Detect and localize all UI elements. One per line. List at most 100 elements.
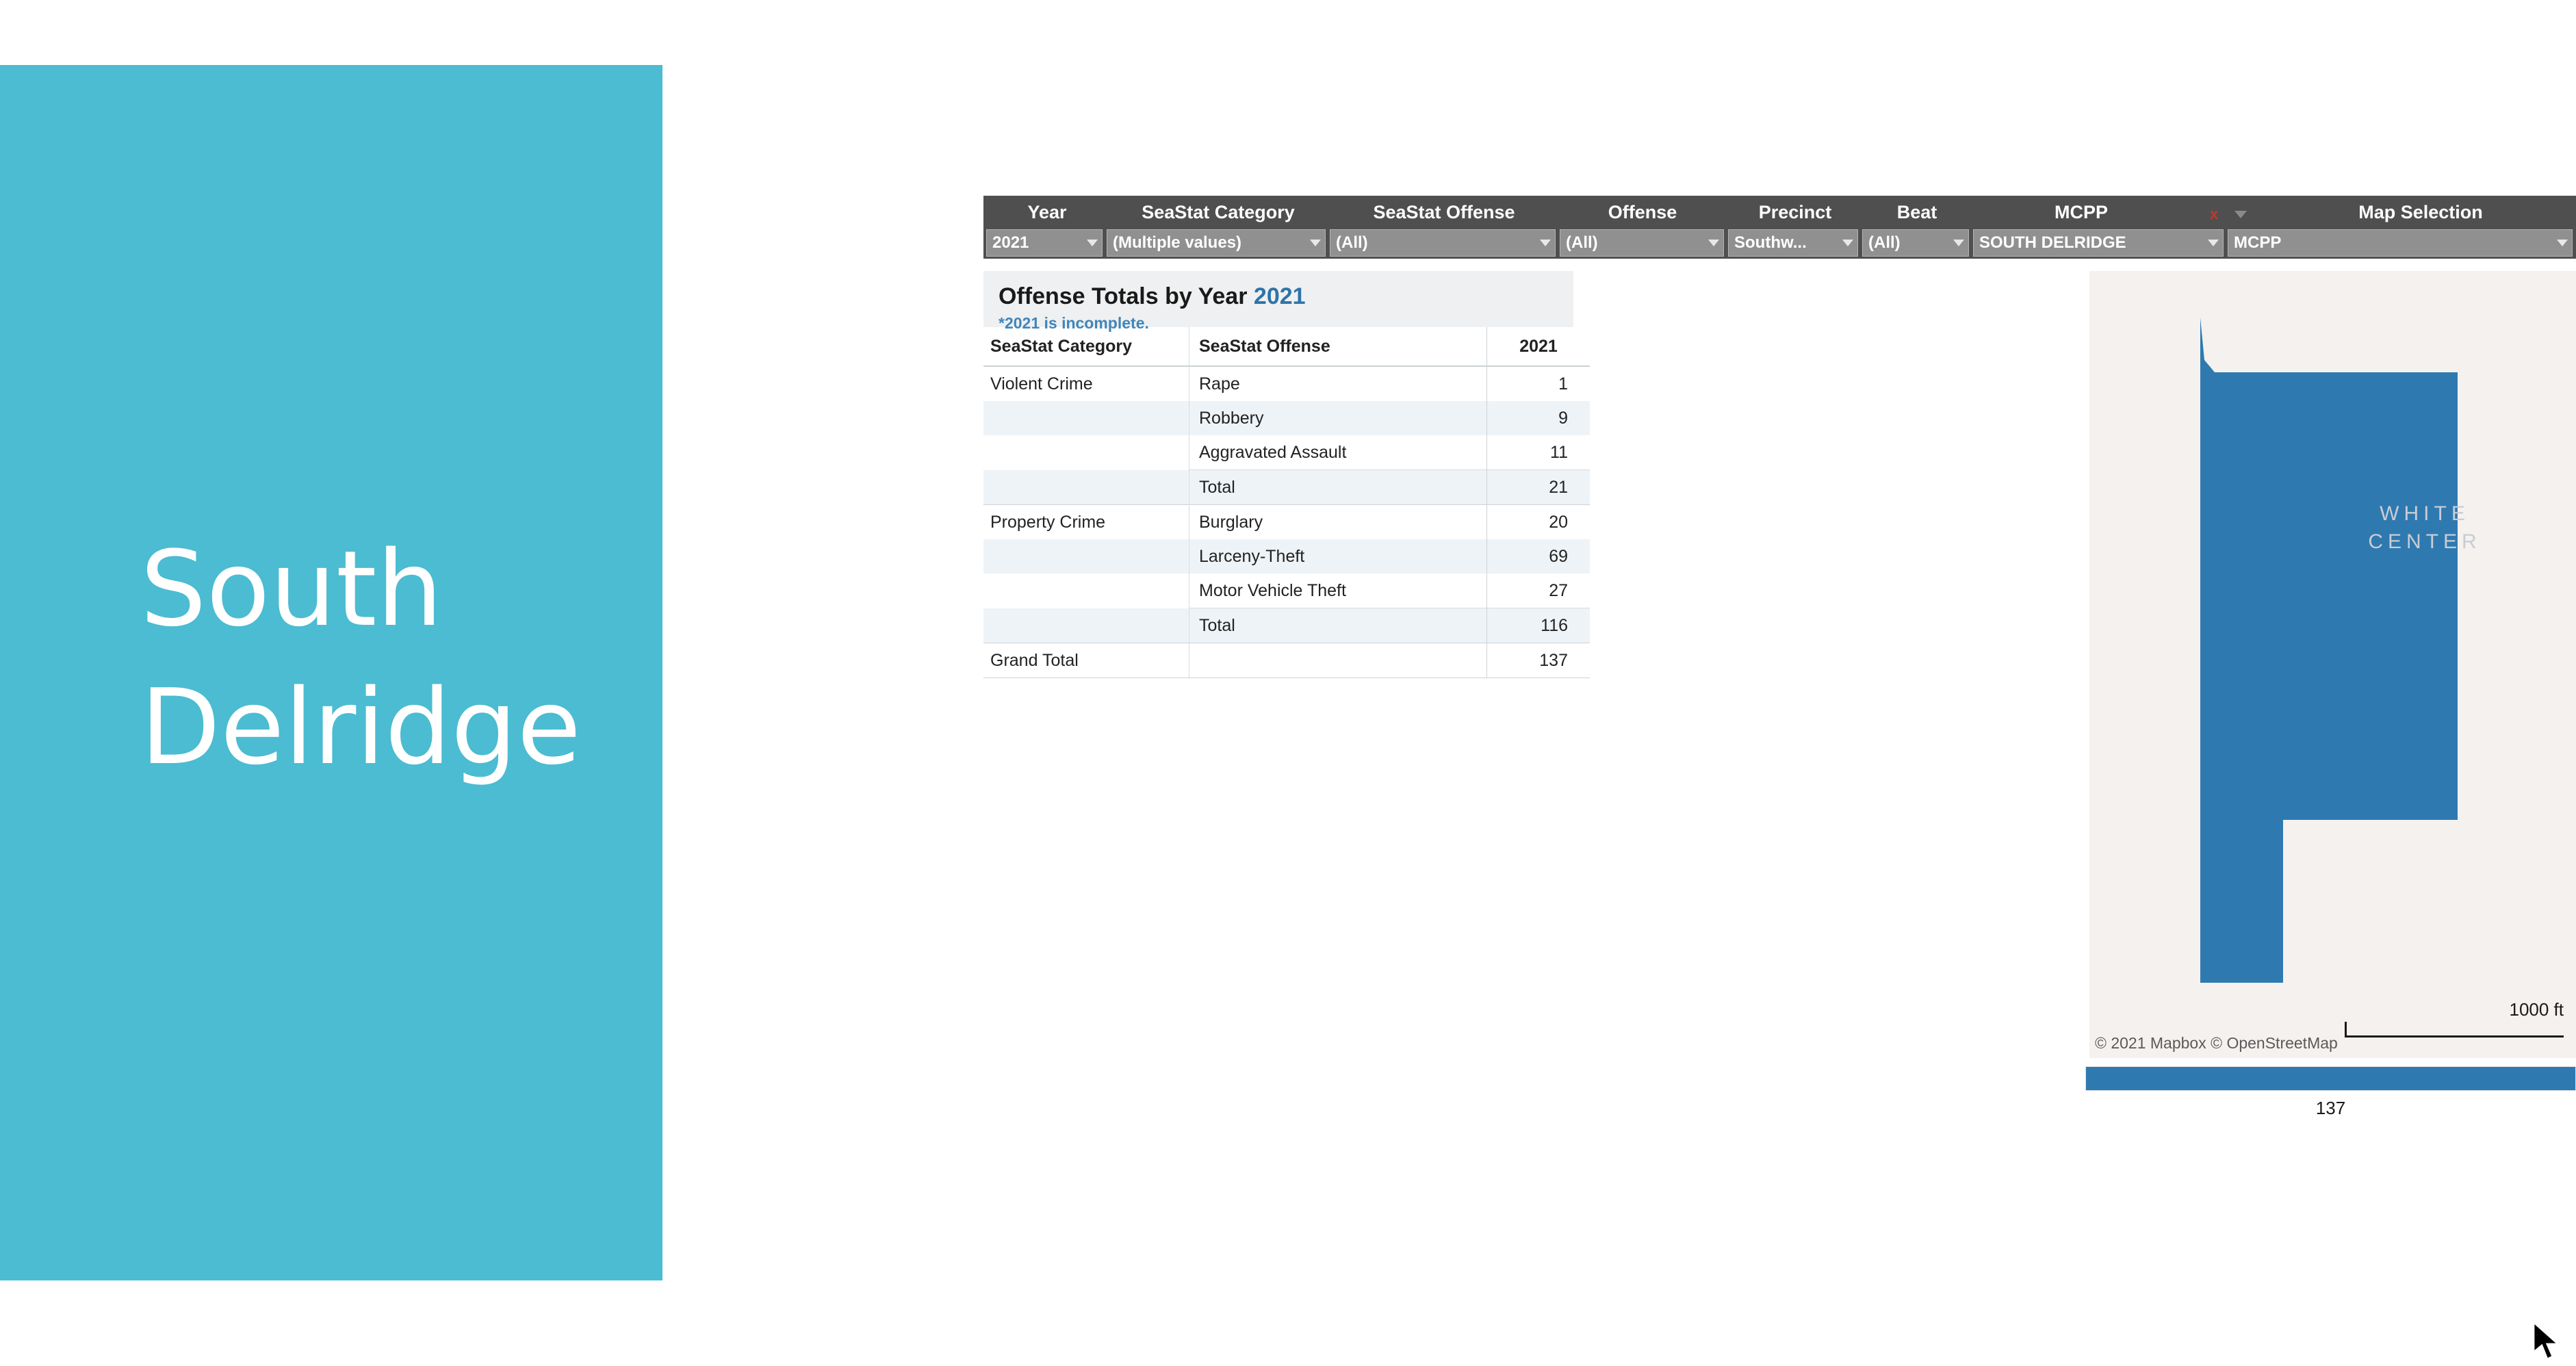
chevron-down-icon xyxy=(1087,240,1098,246)
bar-track xyxy=(2085,1066,2576,1091)
dashboard: Year SeaStat Category SeaStat Offense Of… xyxy=(983,196,2576,1140)
title-line-1: South xyxy=(140,528,443,649)
table-row[interactable]: Aggravated Assault 11 xyxy=(983,435,1590,470)
chevron-down-icon xyxy=(2557,240,2568,246)
filter-bar: Year SeaStat Category SeaStat Offense Of… xyxy=(983,196,2576,259)
filter-select-seastat-category[interactable]: (Multiple values) xyxy=(1107,229,1326,257)
filter-select-year[interactable]: 2021 xyxy=(986,229,1103,257)
cell-category xyxy=(983,435,1189,470)
filter-select-map-selection[interactable]: MCPP xyxy=(2228,229,2573,257)
cell-offense: Robbery xyxy=(1189,401,1487,435)
total-offenses-bar-chart: 137 xyxy=(2085,1066,2576,1119)
filter-select-seastat-offense[interactable]: (All) xyxy=(1330,229,1556,257)
map-attribution: © 2021 Mapbox © OpenStreetMap xyxy=(2095,1034,2338,1053)
filter-label-precinct: Precinct xyxy=(1758,202,1832,222)
cell-offense: Larceny-Theft xyxy=(1189,539,1487,574)
table-row[interactable]: Property Crime Burglary 20 xyxy=(983,504,1590,539)
cell-offense: Rape xyxy=(1189,366,1487,401)
chevron-down-icon xyxy=(2208,240,2219,246)
crosstab-title: Offense Totals by Year 2021 xyxy=(999,283,1558,310)
cell-value: 27 xyxy=(1486,574,1590,608)
south-delridge-polygon[interactable] xyxy=(2200,318,2458,983)
bar-fill-south-delridge[interactable] xyxy=(2086,1067,2575,1090)
filter-value-seastat-offense: (All) xyxy=(1336,233,1368,252)
filter-value-map-selection: MCPP xyxy=(2234,233,2282,252)
filter-value-precinct: Southw... xyxy=(1734,233,1807,252)
cell-value: 69 xyxy=(1486,539,1590,574)
column-header-offense[interactable]: SeaStat Offense xyxy=(1189,327,1487,367)
mcpp-filter-menu-icon[interactable] xyxy=(2234,211,2247,218)
filter-select-offense[interactable]: (All) xyxy=(1560,229,1724,257)
cell-offense: Burglary xyxy=(1189,504,1487,539)
filter-value-offense: (All) xyxy=(1566,233,1598,252)
grand-total-label: Grand Total xyxy=(983,643,1189,678)
mcpp-polygon-map[interactable] xyxy=(2089,271,2576,1058)
cell-value: 9 xyxy=(1486,401,1590,435)
cell-category xyxy=(983,469,1189,505)
cell-category: Property Crime xyxy=(983,504,1189,539)
table-row[interactable]: Motor Vehicle Theft 27 xyxy=(983,574,1590,608)
offense-totals-crosstab: Offense Totals by Year 2021 *2021 is inc… xyxy=(983,271,1590,678)
grand-total-offense xyxy=(1189,643,1487,678)
chevron-down-icon xyxy=(1540,240,1551,246)
bar-value-label: 137 xyxy=(2315,1098,2346,1118)
clear-mcpp-filter-icon[interactable]: x xyxy=(2210,205,2218,223)
filter-label-offense: Offense xyxy=(1608,202,1677,222)
crosstab-title-text: Offense Totals by Year xyxy=(999,283,1248,309)
cell-value: 21 xyxy=(1486,469,1590,505)
filter-label-mcpp: MCPP xyxy=(2054,202,2108,222)
map-panel[interactable]: WHITE CENTER © 2021 Mapbox © OpenStreetM… xyxy=(2085,271,2576,1058)
filter-value-year: 2021 xyxy=(992,233,1029,252)
cell-offense: Total xyxy=(1189,608,1487,643)
crosstab-body: Violent Crime Rape 1 Robbery 9 Aggravated Ass… xyxy=(983,366,1590,678)
title-panel: South Delridge xyxy=(0,65,662,1280)
filter-value-mcpp: SOUTH DELRIDGE xyxy=(1979,233,2126,252)
cell-offense: Motor Vehicle Theft xyxy=(1189,574,1487,608)
table-header-row: SeaStat Category SeaStat Offense 2021 xyxy=(983,327,1590,367)
table-row[interactable]: Robbery 9 xyxy=(983,401,1590,435)
column-header-category[interactable]: SeaStat Category xyxy=(983,327,1189,367)
filter-label-seastat-offense: SeaStat Offense xyxy=(1373,202,1515,222)
cell-category xyxy=(983,401,1189,435)
map-scale-bar xyxy=(2345,1022,2564,1038)
table-row[interactable]: Larceny-Theft 69 xyxy=(983,539,1590,574)
table-row[interactable]: Violent Crime Rape 1 xyxy=(983,366,1590,401)
filter-value-beat: (All) xyxy=(1868,233,1901,252)
cell-offense: Total xyxy=(1189,469,1487,505)
filter-labels-row: Year SeaStat Category SeaStat Offense Of… xyxy=(983,196,2576,229)
filter-value-seastat-category: (Multiple values) xyxy=(1113,233,1242,252)
filter-select-precinct[interactable]: Southw... xyxy=(1728,229,1858,257)
map-area-label: WHITE CENTER xyxy=(2368,502,2482,553)
chevron-down-icon xyxy=(1708,240,1719,246)
table-row[interactable]: Total 116 xyxy=(983,608,1590,643)
cell-category xyxy=(983,574,1189,608)
crosstab-title-year: 2021 xyxy=(1253,283,1306,309)
cell-value: 1 xyxy=(1486,366,1590,401)
grand-total-row[interactable]: Grand Total 137 xyxy=(983,643,1590,678)
filter-label-year: Year xyxy=(1027,202,1067,222)
crosstab-table: SeaStat Category SeaStat Offense 2021 Vi… xyxy=(983,327,1590,678)
chevron-down-icon xyxy=(1953,240,1964,246)
cell-category xyxy=(983,539,1189,574)
column-header-year[interactable]: 2021 xyxy=(1486,327,1590,367)
map-scale: 1000 ft xyxy=(2345,999,2564,1038)
filter-values-row: 2021 (Multiple values) (All) (All) South… xyxy=(983,229,2576,259)
chevron-down-icon xyxy=(1310,240,1321,246)
filter-label-map-selection: Map Selection xyxy=(2358,202,2483,222)
cell-category xyxy=(983,608,1189,643)
map-scale-label: 1000 ft xyxy=(2509,999,2564,1020)
cell-offense: Aggravated Assault xyxy=(1189,435,1487,470)
cell-value: 20 xyxy=(1486,504,1590,539)
filter-select-mcpp[interactable]: SOUTH DELRIDGE xyxy=(1973,229,2224,257)
table-row[interactable]: Total 21 xyxy=(983,469,1590,505)
grand-total-value: 137 xyxy=(1486,643,1590,678)
filter-select-beat[interactable]: (All) xyxy=(1862,229,1969,257)
mouse-cursor xyxy=(2532,1321,2561,1361)
chevron-down-icon xyxy=(1842,240,1853,246)
cell-category: Violent Crime xyxy=(990,374,1093,394)
cell-value: 116 xyxy=(1486,608,1590,643)
cell-value: 11 xyxy=(1486,435,1590,470)
filter-label-beat: Beat xyxy=(1896,202,1937,222)
filter-label-seastat-category: SeaStat Category xyxy=(1142,202,1295,222)
crosstab-header: Offense Totals by Year 2021 *2021 is inc… xyxy=(983,271,1573,332)
